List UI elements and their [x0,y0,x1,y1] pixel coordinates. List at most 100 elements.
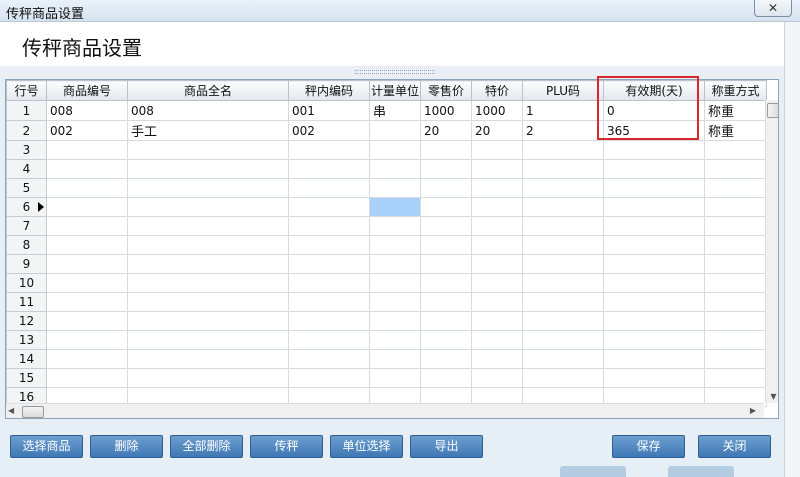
row-number[interactable]: 13 [6,330,47,350]
table-cell[interactable] [471,140,523,160]
row-number[interactable]: 2 [6,120,47,141]
table-cell[interactable] [603,368,705,388]
table-cell[interactable] [420,368,472,388]
table-cell[interactable] [46,197,128,217]
table-cell[interactable] [704,292,767,312]
row-number[interactable]: 11 [6,292,47,312]
table-row[interactable]: 12 [6,311,767,331]
row-number[interactable]: 6 [6,197,47,217]
table-cell[interactable]: 1000 [471,100,523,121]
table-cell[interactable]: 2 [522,120,604,141]
vertical-scroll-thumb[interactable] [767,103,778,118]
table-cell[interactable] [369,120,421,141]
table-cell[interactable] [420,140,472,160]
window-close-button[interactable]: ✕ [754,0,792,17]
table-cell[interactable] [522,330,604,350]
delete-button[interactable]: 删除 [90,435,163,458]
table-cell[interactable] [704,368,767,388]
table-cell[interactable] [127,140,289,160]
table-row[interactable]: 6 [6,197,767,217]
table-cell[interactable] [522,197,604,217]
table-cell[interactable] [369,311,421,331]
table-cell[interactable] [522,254,604,274]
table-row[interactable]: 15 [6,368,767,388]
table-cell[interactable] [704,197,767,217]
table-cell[interactable] [127,368,289,388]
table-cell[interactable]: 手工 [127,120,289,141]
table-cell[interactable] [603,216,705,236]
table-cell[interactable] [288,216,370,236]
table-row[interactable]: 13 [6,330,767,350]
table-cell[interactable] [288,178,370,198]
table-cell[interactable] [127,330,289,350]
table-cell[interactable] [369,368,421,388]
table-cell[interactable] [522,178,604,198]
table-cell[interactable]: 002 [46,120,128,141]
table-cell[interactable] [522,273,604,293]
table-cell[interactable] [603,349,705,369]
table-cell[interactable] [127,235,289,255]
table-cell[interactable] [369,330,421,350]
table-cell[interactable] [420,311,472,331]
table-cell[interactable] [127,216,289,236]
table-cell[interactable] [471,368,523,388]
table-cell[interactable] [369,254,421,274]
horizontal-scrollbar[interactable]: ◀ ▶ [6,403,764,418]
table-cell[interactable] [420,254,472,274]
table-cell[interactable] [471,235,523,255]
row-number[interactable]: 14 [6,349,47,369]
table-cell[interactable] [127,273,289,293]
table-cell[interactable] [471,159,523,179]
table-cell[interactable] [704,311,767,331]
row-number[interactable]: 15 [6,368,47,388]
table-cell[interactable] [603,273,705,293]
table-cell[interactable] [522,159,604,179]
table-cell[interactable] [288,368,370,388]
delete-all-button[interactable]: 全部删除 [170,435,243,458]
table-cell[interactable] [603,140,705,160]
table-cell[interactable] [420,235,472,255]
table-cell[interactable] [522,235,604,255]
table-cell[interactable]: 称重 [704,120,767,141]
column-header[interactable]: 零售价 [420,80,472,101]
table-cell[interactable] [46,235,128,255]
table-cell[interactable] [46,292,128,312]
table-cell[interactable] [471,216,523,236]
table-cell[interactable] [471,292,523,312]
table-row[interactable]: 11 [6,292,767,312]
horizontal-scroll-thumb[interactable] [22,406,44,418]
row-number[interactable]: 8 [6,235,47,255]
table-cell[interactable] [704,216,767,236]
column-header[interactable]: 特价 [471,80,523,101]
table-cell[interactable] [288,330,370,350]
column-header[interactable]: 有效期(天) [603,80,705,101]
table-cell[interactable] [704,254,767,274]
table-cell[interactable] [46,159,128,179]
table-cell[interactable] [603,292,705,312]
table-cell[interactable] [127,197,289,217]
vertical-scrollbar[interactable]: ▼ [765,100,778,403]
column-header[interactable]: 称重方式 [704,80,767,101]
table-row[interactable]: 3 [6,140,767,160]
row-number[interactable]: 9 [6,254,47,274]
table-row[interactable]: 4 [6,159,767,179]
table-cell[interactable] [704,349,767,369]
table-cell[interactable]: 20 [420,120,472,141]
close-button[interactable]: 关闭 [698,435,771,458]
row-number[interactable]: 10 [6,273,47,293]
table-cell[interactable] [522,368,604,388]
table-cell[interactable] [704,235,767,255]
table-cell[interactable] [369,273,421,293]
table-cell[interactable] [127,159,289,179]
scroll-right-arrow-icon[interactable]: ▶ [750,406,756,415]
table-cell[interactable] [127,254,289,274]
table-cell[interactable] [603,159,705,179]
table-row[interactable]: 5 [6,178,767,198]
table-cell[interactable] [704,159,767,179]
table-cell[interactable] [369,197,421,217]
table-cell[interactable] [603,197,705,217]
table-cell[interactable] [288,159,370,179]
table-cell[interactable] [46,140,128,160]
table-cell[interactable] [420,216,472,236]
table-row[interactable]: 9 [6,254,767,274]
